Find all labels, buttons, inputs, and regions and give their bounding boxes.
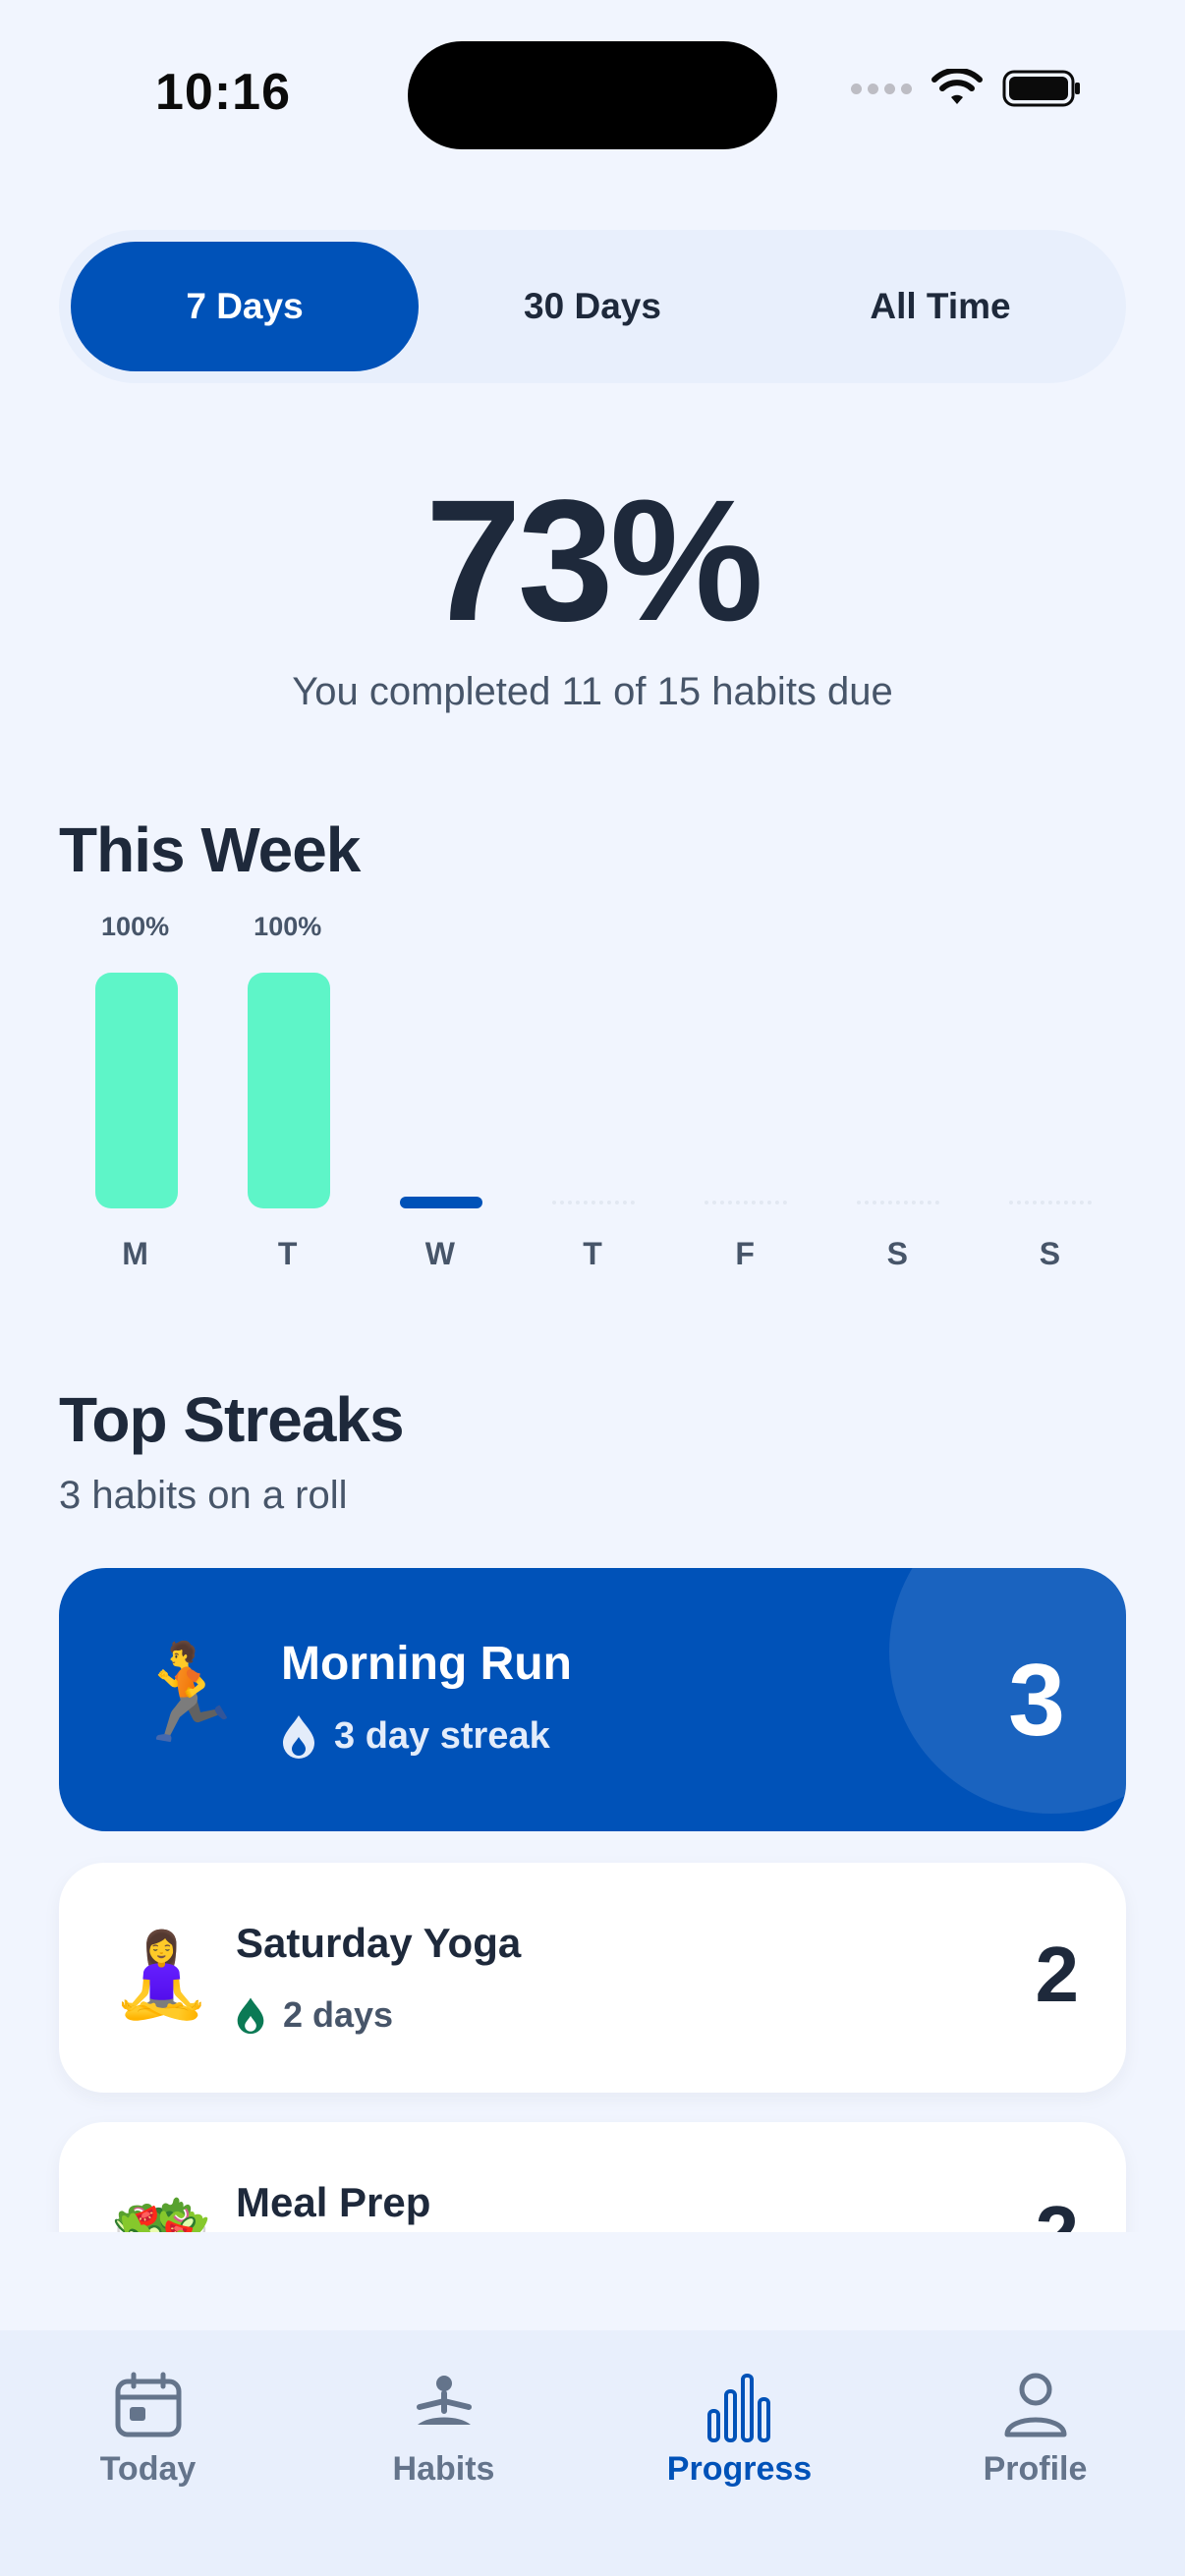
tab-label: Progress xyxy=(666,2450,813,2488)
salad-emoji-icon: 🥗 xyxy=(110,2193,213,2232)
top-streaks-subtitle: 3 habits on a roll xyxy=(59,1474,348,1517)
bar-column: 100% M xyxy=(86,904,185,1277)
day-label: W xyxy=(424,1236,455,1271)
day-label: S xyxy=(886,1236,908,1271)
tab-habits[interactable]: Habits xyxy=(296,2330,592,2576)
bar-placeholder xyxy=(552,1201,635,1204)
bar-placeholder xyxy=(857,1201,940,1204)
status-time: 10:16 xyxy=(155,64,291,121)
completion-subtitle: You completed 11 of 15 habits due xyxy=(292,670,893,713)
bottom-tab-bar: Today Habits Progress Profile xyxy=(0,2330,1185,2576)
streak-meta-text: 3 day streak xyxy=(334,1714,550,1757)
streak-count: 3 xyxy=(1008,1644,1065,1758)
streak-name: Morning Run xyxy=(281,1638,572,1690)
tab-progress[interactable]: Progress xyxy=(592,2330,887,2576)
tab-all-time[interactable]: All Time xyxy=(766,242,1114,371)
person-icon xyxy=(1004,2373,1066,2437)
bar-placeholder xyxy=(1009,1201,1093,1204)
streak-card[interactable]: 🥗 Meal Prep 2 xyxy=(59,2122,1126,2232)
bar-column: S xyxy=(1000,904,1099,1277)
scroll-clip: 🥗 Meal Prep 2 xyxy=(0,1827,1185,2232)
bar-column: S xyxy=(848,904,946,1277)
bar-column: W xyxy=(391,904,489,1277)
tab-label: Habits xyxy=(392,2450,495,2488)
day-label: F xyxy=(735,1236,755,1271)
bar-placeholder xyxy=(705,1201,788,1204)
period-segmented-control: 7 Days 30 Days All Time xyxy=(59,230,1126,383)
tab-7-days[interactable]: 7 Days xyxy=(71,242,419,371)
streak-meta: 3 day streak xyxy=(281,1713,550,1759)
this-week-title: This Week xyxy=(59,814,361,885)
day-label: T xyxy=(277,1236,298,1271)
status-icons xyxy=(851,69,1081,108)
day-label: S xyxy=(1039,1236,1061,1271)
weekly-bar-chart: 100% M 100% T W T F S S xyxy=(59,904,1126,1277)
bar-today-indicator xyxy=(399,1197,482,1208)
tab-profile[interactable]: Profile xyxy=(887,2330,1183,2576)
featured-streak-card[interactable]: 🏃 Morning Run 3 day streak 3 xyxy=(59,1568,1126,1831)
bar-column: 100% T xyxy=(239,904,337,1277)
running-emoji-icon: 🏃 xyxy=(128,1641,246,1746)
day-label: M xyxy=(122,1236,148,1271)
bar-chart-icon xyxy=(706,2374,770,2442)
cellular-signal-icon xyxy=(851,83,912,94)
meditation-icon xyxy=(416,2376,472,2425)
completion-percent: 73% xyxy=(424,465,763,657)
dynamic-island xyxy=(408,41,777,149)
bar xyxy=(247,973,330,1208)
tab-today[interactable]: Today xyxy=(0,2330,296,2576)
bar xyxy=(94,973,178,1208)
top-streaks-title: Top Streaks xyxy=(59,1384,405,1455)
battery-icon xyxy=(1002,70,1080,107)
bar-value-label: 100% xyxy=(101,912,170,941)
streak-count: 2 xyxy=(1036,2189,1080,2232)
flame-icon xyxy=(283,1715,314,1759)
bar-column: T xyxy=(543,904,642,1277)
streak-name: Meal Prep xyxy=(236,2179,431,2225)
bar-column: F xyxy=(696,904,794,1277)
calendar-icon xyxy=(115,2372,181,2437)
bar-value-label: 100% xyxy=(254,912,322,941)
progress-screen: 10:16 7 Days 30 Days All Time 73% You co… xyxy=(0,0,1185,2576)
tab-label: Today xyxy=(99,2450,197,2488)
day-label: T xyxy=(583,1236,602,1271)
tab-30-days[interactable]: 30 Days xyxy=(419,242,766,371)
wifi-icon xyxy=(931,69,983,104)
tab-label: Profile xyxy=(983,2450,1088,2488)
